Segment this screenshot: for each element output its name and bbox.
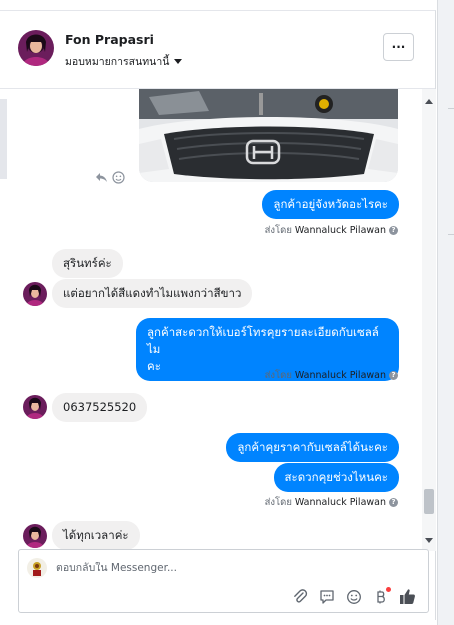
attachment-icon[interactable]: [291, 588, 308, 605]
incoming-message: แต่อยากได้สีแดงทำไมแพงกว่าสีขาว: [52, 279, 253, 308]
assign-label: มอบหมายการสนทนานี้: [65, 56, 170, 68]
contact-name[interactable]: Fon Prapasri: [65, 32, 154, 47]
sent-by-prefix: ส่งโดย: [264, 225, 292, 236]
agent-name: Wannaluck Pilawan: [294, 225, 386, 236]
reply-icon[interactable]: [95, 169, 108, 182]
message-thread: ลูกค้าอยู่จังหวัดอะไรคะ ส่งโดย Wannaluck…: [0, 89, 422, 551]
emoji-react-icon[interactable]: [112, 169, 125, 184]
chevron-down-icon: [174, 59, 183, 64]
outgoing-message: ลูกค้าอยู่จังหวัดอะไรคะ: [262, 190, 399, 219]
messenger-page: Fon Prapasri มอบหมายการสนทนานี้ ··· ลูกค…: [0, 0, 454, 625]
like-icon[interactable]: [399, 588, 416, 605]
notification-dot: [386, 587, 391, 592]
outgoing-message: สะดวกคุยช่วงไหนคะ: [273, 463, 399, 492]
car-photo-attachment[interactable]: [139, 89, 398, 182]
contact-avatar[interactable]: [18, 30, 54, 66]
assign-conversation-dropdown[interactable]: มอบหมายการสนทนานี้: [65, 53, 183, 70]
page-avatar: [27, 558, 47, 578]
saved-reply-icon[interactable]: [318, 588, 335, 605]
sent-by-prefix: ส่งโดย: [264, 370, 292, 381]
sent-by-label: ส่งโดย Wannaluck Pilawan ?: [265, 495, 398, 510]
sent-by-label: ส่งโดย Wannaluck Pilawan ?: [265, 368, 398, 383]
agent-name: Wannaluck Pilawan: [294, 497, 386, 508]
message-line: ลูกค้าสะดวกให้เบอร์โทรคุยรายละเอียดกับเซ…: [147, 325, 379, 356]
contact-avatar-small: [23, 395, 47, 419]
incoming-message: สุรินทร์ค่ะ: [52, 249, 123, 278]
more-options-button[interactable]: ···: [383, 33, 414, 61]
composer-toolbar: [291, 587, 416, 605]
agent-name: Wannaluck Pilawan: [294, 370, 386, 381]
contact-avatar-small: [23, 282, 47, 306]
reply-input[interactable]: [56, 562, 396, 574]
outgoing-message: ลูกค้าคุยราคากับเซลล์ได้นะคะ: [226, 433, 399, 462]
conversation-panel: Fon Prapasri มอบหมายการสนทนานี้ ··· ลูกค…: [0, 10, 436, 620]
bitmoji-icon[interactable]: [372, 587, 391, 605]
scroll-up-arrow-icon[interactable]: [425, 99, 433, 104]
emoji-icon[interactable]: [345, 588, 362, 605]
conversation-header: Fon Prapasri มอบหมายการสนทนานี้ ···: [0, 11, 435, 89]
thread-scrollbar[interactable]: [422, 89, 436, 551]
scroll-thumb[interactable]: [424, 489, 434, 514]
contact-avatar-small: [23, 524, 47, 548]
sent-by-label: ส่งโดย Wannaluck Pilawan ?: [265, 223, 398, 238]
help-icon[interactable]: ?: [389, 226, 398, 235]
help-icon[interactable]: ?: [389, 498, 398, 507]
right-edge-strip: [437, 0, 454, 625]
help-icon[interactable]: ?: [389, 371, 398, 380]
incoming-message: ได้ทุกเวลาค่ะ: [52, 521, 140, 550]
scroll-down-arrow-icon[interactable]: [425, 538, 433, 543]
message-composer: [18, 549, 429, 613]
message-actions: [95, 169, 125, 184]
incoming-message: 0637525520: [52, 393, 148, 422]
sent-by-prefix: ส่งโดย: [264, 497, 292, 508]
